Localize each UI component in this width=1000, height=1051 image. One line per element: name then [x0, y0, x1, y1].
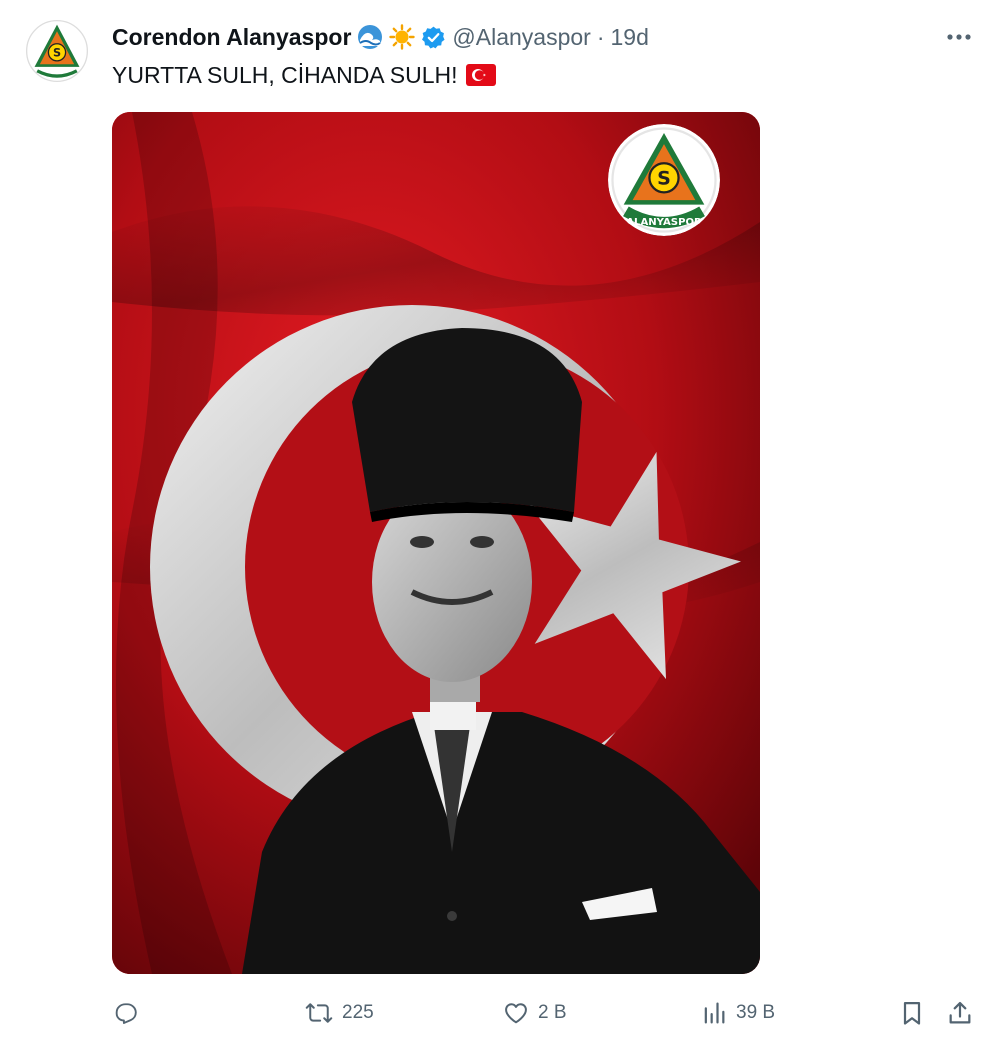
more-button[interactable]: [942, 22, 976, 52]
logo-text: ALANYASPOR: [626, 217, 702, 228]
portrait-with-turkish-flag: [112, 112, 760, 974]
like-count: 2 B: [538, 1002, 567, 1023]
tweet: S Corendon Alanyaspor @Alanyaspor · 19d …: [0, 0, 1000, 1051]
bookmark-button[interactable]: [898, 994, 926, 1032]
share-icon: [949, 1001, 971, 1024]
water-wave-emoji: [357, 24, 383, 50]
views-count: 39 B: [736, 1002, 776, 1023]
display-name[interactable]: Corendon Alanyaspor: [112, 24, 351, 51]
handle[interactable]: @Alanyaspor: [452, 24, 590, 51]
views-icon: [704, 1002, 725, 1024]
like-button[interactable]: 2 B: [502, 994, 567, 1032]
retweet-button[interactable]: 225: [304, 994, 374, 1032]
tweet-media-image[interactable]: S ALANYASPOR: [112, 112, 760, 974]
separator-dot: ·: [596, 23, 605, 50]
verified-badge-icon[interactable]: [421, 25, 446, 50]
reply-button[interactable]: [112, 994, 148, 1032]
sun-emoji: [389, 24, 416, 50]
share-button[interactable]: [946, 994, 974, 1032]
heart-icon: [505, 1003, 527, 1024]
alanyaspor-crest-icon: S ALANYASPOR: [608, 124, 720, 236]
tweet-text-content: YURTTA SULH, CİHANDA SULH!: [112, 61, 458, 88]
alanyaspor-logo: S ALANYASPOR: [608, 124, 720, 236]
timestamp[interactable]: 19d: [611, 24, 649, 51]
tweet-text: YURTTA SULH, CİHANDA SULH!: [112, 58, 496, 92]
more-icon: [947, 34, 971, 40]
retweet-icon: [305, 1003, 333, 1023]
logo-letter: S: [657, 167, 671, 189]
retweet-count: 225: [342, 1002, 374, 1023]
action-bar: 225 2 B 39 B: [112, 994, 982, 1032]
tweet-header: Corendon Alanyaspor @Alanyaspor · 19d: [112, 20, 649, 54]
turkey-flag-emoji: [465, 64, 496, 86]
alanyaspor-crest-icon: S: [24, 18, 90, 84]
reply-icon: [115, 1003, 137, 1024]
avatar[interactable]: S: [24, 18, 90, 84]
bookmark-icon: [903, 1001, 921, 1025]
views-button[interactable]: 39 B: [700, 994, 775, 1032]
svg-text:S: S: [53, 46, 61, 59]
